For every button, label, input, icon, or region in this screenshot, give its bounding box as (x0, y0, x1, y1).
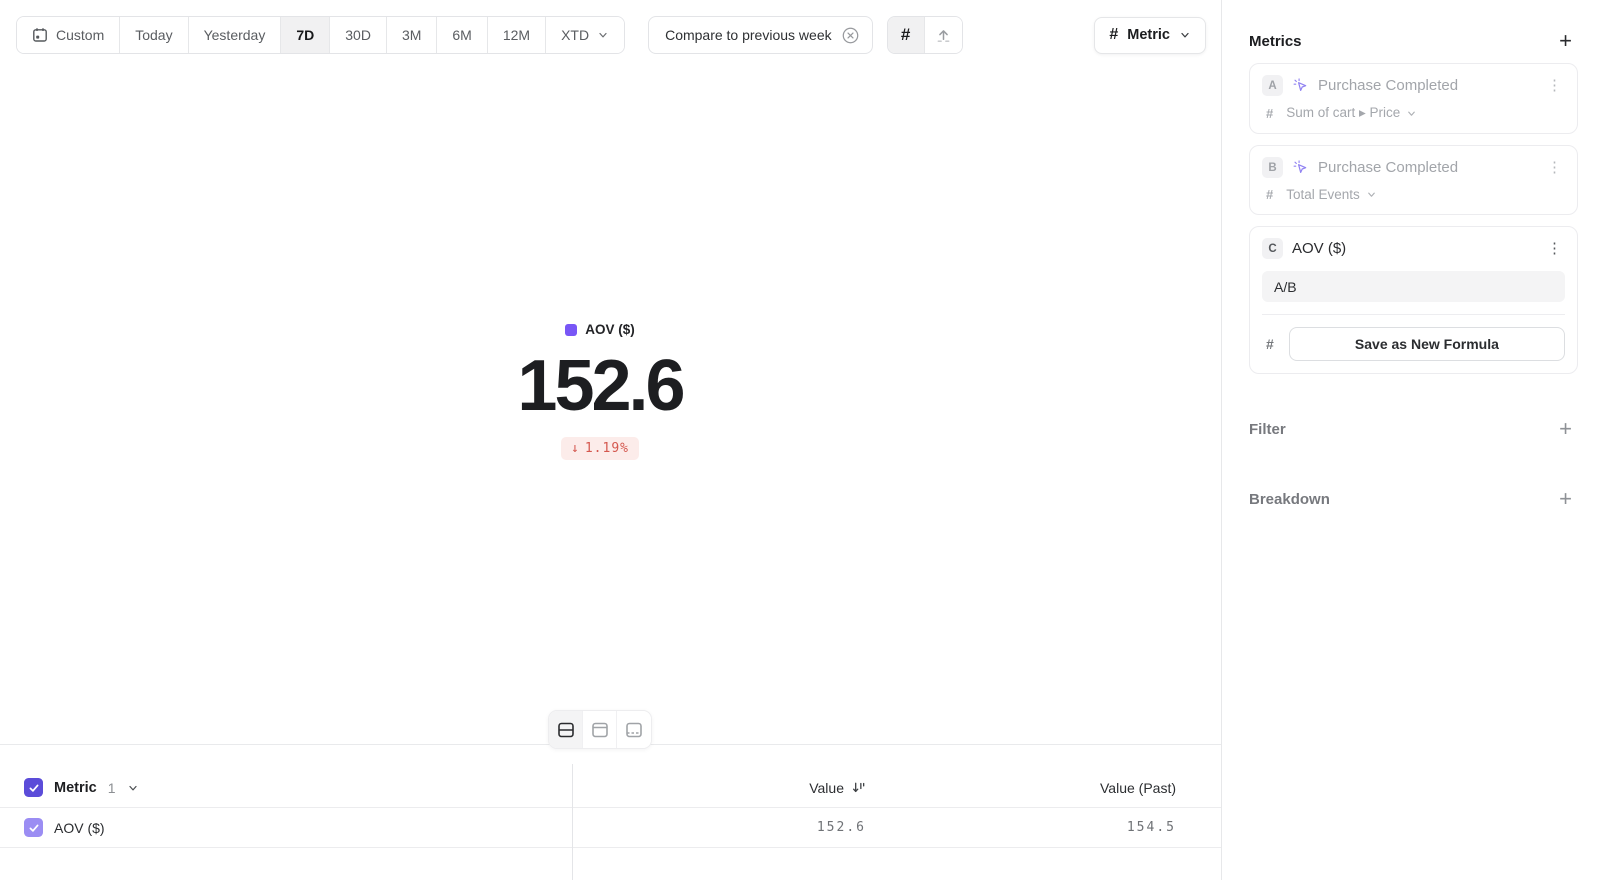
arrow-up-icon (935, 27, 952, 44)
hash-icon: # (1266, 187, 1273, 202)
kebab-menu-icon[interactable]: ⋮ (1544, 241, 1565, 256)
metrics-section-header: Metrics + (1249, 30, 1578, 52)
save-as-new-formula-button[interactable]: Save as New Formula (1289, 327, 1565, 361)
metric-card-b[interactable]: B Purchase Completed ⋮ # Total Events (1249, 145, 1578, 215)
calendar-icon (32, 27, 48, 43)
table-row[interactable]: AOV ($) 152.6 154.5 (0, 808, 1221, 848)
row-metric-name: AOV ($) (54, 820, 105, 836)
hash-icon: # (901, 25, 910, 45)
hash-icon: # (1109, 26, 1118, 44)
filter-section-header: Filter + (1249, 418, 1578, 440)
metric-column-header: Metric (54, 780, 97, 796)
select-all-checkbox[interactable] (24, 778, 43, 797)
row-checkbox[interactable] (24, 818, 43, 837)
kebab-menu-icon[interactable]: ⋮ (1544, 160, 1565, 175)
date-range-12m[interactable]: 12M (488, 17, 546, 53)
metric-card-a[interactable]: A Purchase Completed ⋮ # Sum of cart ▸ P… (1249, 63, 1578, 134)
sort-descending-icon[interactable] (851, 780, 866, 795)
number-view-button[interactable]: # (888, 17, 925, 53)
date-range-xtd[interactable]: XTD (546, 17, 624, 53)
table-column-divider (572, 764, 573, 880)
arrow-down-icon: ↓ (571, 441, 580, 456)
chart-only-view-button[interactable] (583, 711, 617, 748)
remove-compare-icon[interactable] (841, 26, 860, 45)
metric-badge: B (1262, 157, 1283, 178)
chevron-down-icon (1366, 189, 1377, 200)
hash-icon: # (1266, 106, 1273, 121)
report-toolbar: Custom Today Yesterday 7D 30D 3M 6M 12M … (16, 16, 1206, 54)
date-range-3m[interactable]: 3M (387, 17, 437, 53)
value-display-toggle: # (887, 16, 963, 54)
table-header-row: Metric 1 Value Value (Past) (0, 768, 1221, 808)
metric-badge: C (1262, 238, 1283, 259)
formula-input[interactable]: A/B (1262, 271, 1565, 302)
compare-chip[interactable]: Compare to previous week (648, 16, 873, 54)
trend-view-button[interactable] (925, 17, 962, 53)
chevron-down-icon[interactable] (127, 782, 139, 794)
kebab-menu-icon[interactable]: ⋮ (1544, 78, 1565, 93)
chart-legend: AOV ($) (565, 322, 635, 337)
big-number-chart: AOV ($) 152.6 ↓ 1.19% (0, 322, 1200, 460)
metric-event-name[interactable]: Purchase Completed (1318, 159, 1458, 176)
sparkle-cursor-icon (1292, 159, 1309, 176)
value-past-column-header[interactable]: Value (Past) (866, 780, 1176, 796)
date-range-6m[interactable]: 6M (437, 17, 487, 53)
metrics-table: Metric 1 Value Value (Past) (0, 768, 1221, 848)
date-range-7d[interactable]: 7D (281, 17, 330, 53)
value-column-header[interactable]: Value (809, 780, 844, 796)
date-range-label: Custom (56, 27, 104, 43)
metric-badge: A (1262, 75, 1283, 96)
date-range-yesterday[interactable]: Yesterday (189, 17, 282, 53)
legend-color-swatch (565, 324, 577, 336)
formula-metric-name[interactable]: AOV ($) (1292, 240, 1346, 257)
aggregation-selector[interactable]: Total Events (1286, 187, 1377, 202)
metric-type-button[interactable]: # Metric (1094, 17, 1206, 54)
report-canvas: Custom Today Yesterday 7D 30D 3M 6M 12M … (0, 0, 1221, 880)
metric-event-name[interactable]: Purchase Completed (1318, 77, 1458, 94)
metric-type-label: Metric (1127, 27, 1170, 43)
breakdown-section-title: Breakdown (1249, 491, 1330, 508)
filter-section-title: Filter (1249, 421, 1286, 438)
date-range-30d[interactable]: 30D (330, 17, 387, 53)
row-value: 152.6 (817, 820, 866, 835)
metric-count: 1 (108, 780, 116, 796)
breakdown-section-header: Breakdown + (1249, 488, 1578, 510)
query-builder-sidebar: Metrics + A Purchase Completed ⋮ # Sum o… (1221, 0, 1600, 880)
metric-card-c[interactable]: C AOV ($) ⋮ A/B # Save as New Formula (1249, 226, 1578, 374)
chevron-down-icon (597, 29, 609, 41)
chevron-down-icon (1406, 108, 1417, 119)
metrics-section-title: Metrics (1249, 33, 1302, 50)
layout-view-switcher (548, 710, 652, 749)
date-range-today[interactable]: Today (120, 17, 188, 53)
add-metric-button[interactable]: + (1553, 30, 1578, 52)
compare-chip-label: Compare to previous week (665, 27, 832, 43)
table-only-view-button[interactable] (617, 711, 651, 748)
row-value-past: 154.5 (866, 820, 1176, 835)
add-breakdown-button[interactable]: + (1553, 488, 1578, 510)
aggregation-selector[interactable]: Sum of cart ▸ Price (1286, 105, 1417, 121)
date-range-custom[interactable]: Custom (17, 17, 120, 53)
add-filter-button[interactable]: + (1553, 418, 1578, 440)
legend-label: AOV ($) (585, 322, 635, 337)
chevron-down-icon (1179, 29, 1191, 41)
metric-value: 152.6 (0, 349, 1200, 425)
sparkle-cursor-icon (1292, 77, 1309, 94)
date-range-selector: Custom Today Yesterday 7D 30D 3M 6M 12M … (16, 16, 625, 54)
delta-badge: ↓ 1.19% (561, 437, 639, 460)
delta-value: 1.19% (585, 441, 629, 456)
analytics-app: Custom Today Yesterday 7D 30D 3M 6M 12M … (0, 0, 1600, 880)
hash-icon: # (1266, 336, 1274, 352)
card-divider (1262, 314, 1565, 315)
split-view-button[interactable] (549, 711, 583, 748)
